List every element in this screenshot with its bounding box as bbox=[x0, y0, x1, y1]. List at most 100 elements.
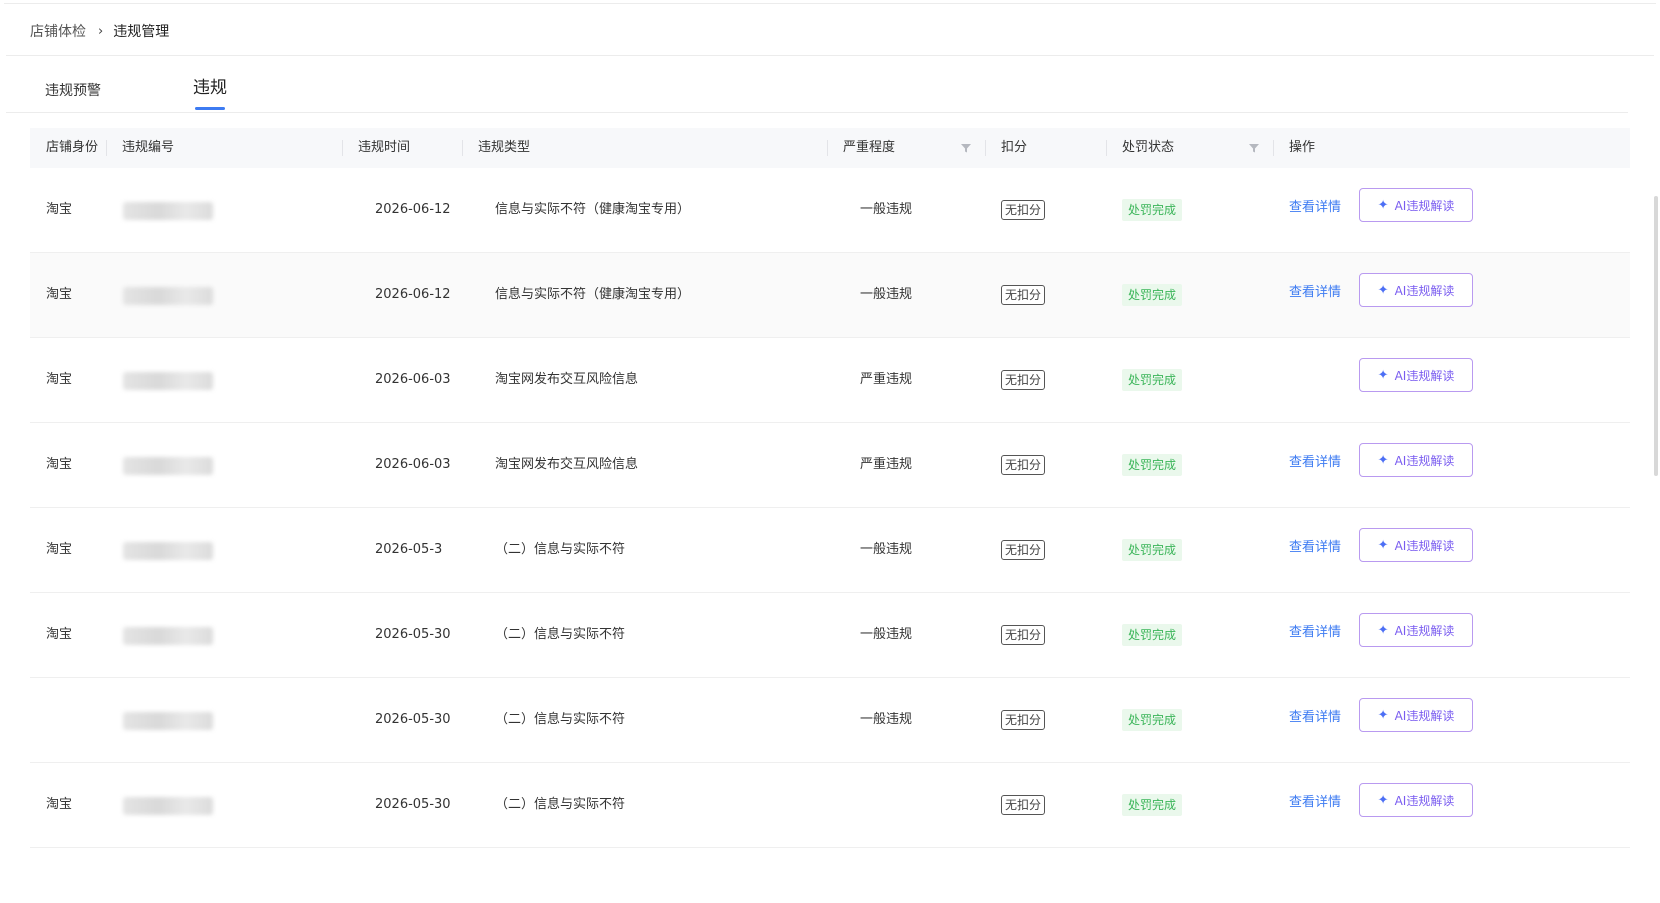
cell-date: 2026-06-03 bbox=[375, 457, 451, 472]
points-tag: 无扣分 bbox=[1001, 370, 1046, 390]
cell-severity: 一般违规 bbox=[860, 712, 913, 727]
cell-severity: 一般违规 bbox=[860, 627, 913, 642]
tab-violation-warning[interactable]: 违规预警 bbox=[45, 81, 101, 113]
breadcrumb-current: 违规管理 bbox=[113, 24, 170, 40]
table-row: 淘宝 2026-05-3 （二）信息与实际不符 一般违规 无扣分 处罚完成 查看… bbox=[30, 508, 1630, 593]
status-badge: 处罚完成 bbox=[1122, 624, 1183, 646]
cell-shop: 淘宝 bbox=[46, 457, 73, 472]
ai-interpret-button[interactable]: ✦ AI违规解读 bbox=[1359, 613, 1473, 647]
cell-severity bbox=[844, 763, 860, 847]
sparkle-icon: ✦ bbox=[1377, 622, 1389, 638]
points-tag: 无扣分 bbox=[1001, 795, 1046, 815]
cell-violation-id-redacted bbox=[123, 712, 213, 730]
header-violation-time: 违规时间 bbox=[342, 128, 410, 168]
table-row: 淘宝 2026-06-03 淘宝网发布交互风险信息 严重违规 无扣分 处罚完成 … bbox=[30, 338, 1630, 423]
cell-type: （二）信息与实际不符 bbox=[495, 542, 626, 557]
header-points: 扣分 bbox=[985, 128, 1027, 168]
ai-interpret-button[interactable]: ✦ AI违规解读 bbox=[1359, 528, 1473, 562]
cell-violation-id-redacted bbox=[123, 287, 213, 305]
tab-violation[interactable]: 违规 bbox=[193, 78, 227, 110]
cell-violation-id-redacted bbox=[123, 202, 213, 220]
table-row: 淘宝 2026-05-30 （二）信息与实际不符 一般违规 无扣分 处罚完成 查… bbox=[30, 593, 1630, 678]
points-tag: 无扣分 bbox=[1001, 455, 1046, 475]
table-row: 淘宝 2026-05-30 （二）信息与实际不符 无扣分 处罚完成 查看详情 ✦… bbox=[30, 763, 1630, 848]
cell-date: 2026-06-12 bbox=[375, 287, 451, 302]
points-tag: 无扣分 bbox=[1001, 540, 1046, 560]
status-badge: 处罚完成 bbox=[1122, 369, 1183, 391]
header-severity: 严重程度 bbox=[827, 128, 895, 168]
ai-interpret-button[interactable]: ✦ AI违规解读 bbox=[1359, 273, 1473, 307]
cell-type: （二）信息与实际不符 bbox=[495, 712, 626, 727]
ai-interpret-button[interactable]: ✦ AI违规解读 bbox=[1359, 783, 1473, 817]
sparkle-icon: ✦ bbox=[1377, 197, 1389, 213]
breadcrumb-divider bbox=[6, 55, 1654, 56]
status-badge: 处罚完成 bbox=[1122, 454, 1183, 476]
cell-severity: 严重违规 bbox=[860, 457, 913, 472]
table-row: 淘宝 2026-06-03 淘宝网发布交互风险信息 严重违规 无扣分 处罚完成 … bbox=[30, 423, 1630, 508]
cell-date: 2026-06-03 bbox=[375, 372, 451, 387]
cell-date: 2026-06-12 bbox=[375, 202, 451, 217]
severity-filter-icon[interactable] bbox=[960, 142, 972, 154]
cell-shop: 淘宝 bbox=[46, 627, 73, 642]
tab-bar: 违规预警 违规 bbox=[6, 75, 1628, 113]
points-tag: 无扣分 bbox=[1001, 710, 1046, 730]
cell-shop: 淘宝 bbox=[46, 287, 73, 302]
view-detail-link[interactable]: 查看详情 bbox=[1289, 253, 1341, 333]
view-detail-link[interactable]: 查看详情 bbox=[1289, 168, 1341, 248]
cell-violation-id-redacted bbox=[123, 542, 213, 560]
points-tag: 无扣分 bbox=[1001, 285, 1046, 305]
cell-shop bbox=[30, 678, 46, 762]
cell-violation-id-redacted bbox=[123, 457, 213, 475]
view-detail-link[interactable]: 查看详情 bbox=[1289, 763, 1341, 843]
cell-violation-id-redacted bbox=[123, 627, 213, 645]
cell-date: 2026-05-30 bbox=[375, 797, 451, 812]
status-badge: 处罚完成 bbox=[1122, 284, 1183, 306]
cell-date: 2026-05-3 bbox=[375, 542, 443, 557]
chevron-right-icon: › bbox=[98, 23, 104, 39]
sparkle-icon: ✦ bbox=[1377, 792, 1389, 808]
header-penalty-status: 处罚状态 bbox=[1106, 128, 1174, 168]
ai-interpret-button[interactable]: ✦ AI违规解读 bbox=[1359, 358, 1473, 392]
view-detail-link[interactable]: 查看详情 bbox=[1289, 508, 1341, 588]
cell-type: 信息与实际不符（健康淘宝专用） bbox=[495, 287, 691, 302]
cell-shop: 淘宝 bbox=[46, 372, 73, 387]
ai-interpret-button[interactable]: ✦ AI违规解读 bbox=[1359, 443, 1473, 477]
cell-shop: 淘宝 bbox=[46, 797, 73, 812]
cell-date: 2026-05-30 bbox=[375, 712, 451, 727]
cell-type: 淘宝网发布交互风险信息 bbox=[495, 372, 639, 387]
table-row: 淘宝 2026-06-12 信息与实际不符（健康淘宝专用） 一般违规 无扣分 处… bbox=[30, 168, 1630, 253]
view-detail-link[interactable]: 查看详情 bbox=[1289, 593, 1341, 673]
ai-interpret-button[interactable]: ✦ AI违规解读 bbox=[1359, 188, 1473, 222]
breadcrumb-parent-link[interactable]: 店铺体检 bbox=[30, 21, 86, 41]
header-violation-type: 违规类型 bbox=[462, 128, 530, 168]
cell-date: 2026-05-30 bbox=[375, 627, 451, 642]
vertical-scrollbar[interactable] bbox=[1654, 196, 1658, 476]
status-badge: 处罚完成 bbox=[1122, 199, 1183, 221]
status-badge: 处罚完成 bbox=[1122, 539, 1183, 561]
status-badge: 处罚完成 bbox=[1122, 709, 1183, 731]
sparkle-icon: ✦ bbox=[1377, 282, 1389, 298]
cell-severity: 一般违规 bbox=[860, 202, 913, 217]
table-header: 店铺身份 违规编号 违规时间 违规类型 严重程度 扣分 处罚状态 操作 bbox=[30, 128, 1630, 168]
view-detail-link[interactable]: 查看详情 bbox=[1289, 423, 1341, 503]
breadcrumb: 店铺体检 › 违规管理 bbox=[30, 20, 169, 42]
cell-severity: 严重违规 bbox=[860, 372, 913, 387]
table-row: 淘宝 2026-06-12 信息与实际不符（健康淘宝专用） 一般违规 无扣分 处… bbox=[30, 253, 1630, 338]
sparkle-icon: ✦ bbox=[1377, 537, 1389, 553]
view-detail-link[interactable]: 查看详情 bbox=[1289, 678, 1341, 758]
table-row: 2026-05-30 （二）信息与实际不符 一般违规 无扣分 处罚完成 查看详情… bbox=[30, 678, 1630, 763]
status-filter-icon[interactable] bbox=[1248, 142, 1260, 154]
violation-table: 店铺身份 违规编号 违规时间 违规类型 严重程度 扣分 处罚状态 操作 淘宝 2… bbox=[30, 128, 1630, 848]
cell-shop: 淘宝 bbox=[46, 542, 73, 557]
header-actions: 操作 bbox=[1273, 128, 1315, 168]
points-tag: 无扣分 bbox=[1001, 625, 1046, 645]
cell-severity: 一般违规 bbox=[860, 542, 913, 557]
ai-interpret-button[interactable]: ✦ AI违规解读 bbox=[1359, 698, 1473, 732]
cell-shop: 淘宝 bbox=[46, 202, 73, 217]
points-tag: 无扣分 bbox=[1001, 200, 1046, 220]
cell-violation-id-redacted bbox=[123, 372, 213, 390]
sparkle-icon: ✦ bbox=[1377, 452, 1389, 468]
cell-severity: 一般违规 bbox=[860, 287, 913, 302]
sparkle-icon: ✦ bbox=[1377, 367, 1389, 383]
cell-type: 淘宝网发布交互风险信息 bbox=[495, 457, 639, 472]
